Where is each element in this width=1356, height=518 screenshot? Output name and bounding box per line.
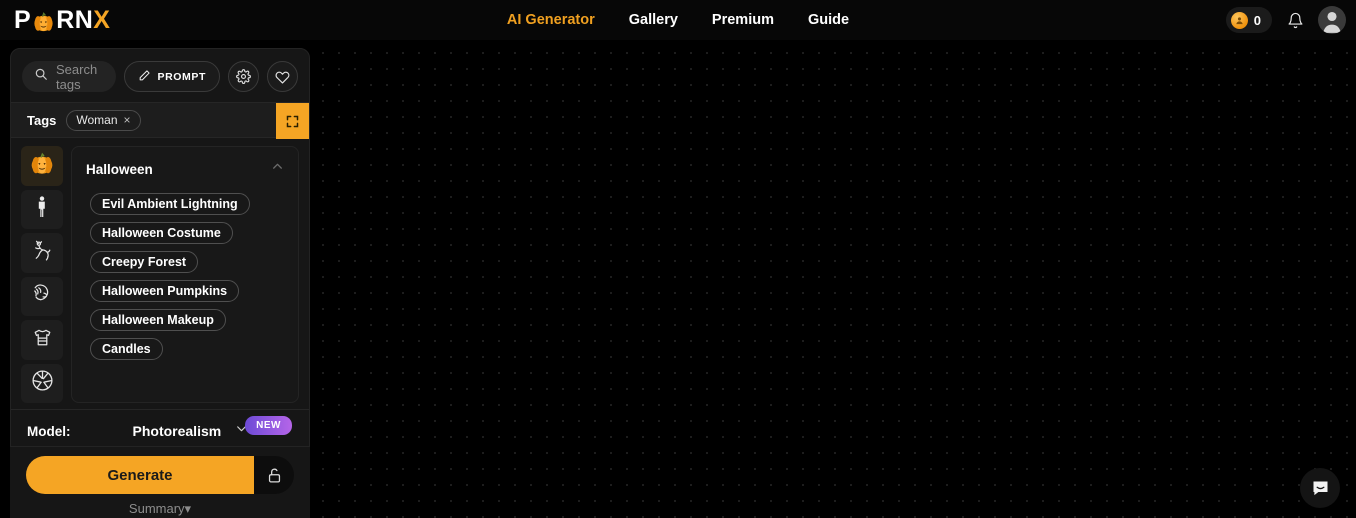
coin-icon — [1230, 11, 1248, 29]
nav-item-guide[interactable]: Guide — [808, 12, 849, 28]
pumpkin-icon — [29, 150, 55, 181]
tag-chip[interactable]: Creepy Forest — [90, 251, 199, 273]
gear-icon[interactable] — [228, 61, 259, 92]
tag-group-header[interactable]: Halloween — [72, 147, 298, 189]
nav-item-premium[interactable]: Premium — [712, 12, 774, 28]
search-placeholder: Search tags — [56, 61, 98, 92]
generate-action-bar: Generate Summary▾ — [10, 446, 310, 518]
summary-label: Summary — [128, 501, 185, 516]
tag-chip-list: Evil Ambient Lightning Halloween Costume… — [72, 189, 298, 370]
panel-body: Halloween Evil Ambient Lightning Hallowe… — [11, 138, 309, 403]
sidebar-item-face[interactable] — [21, 276, 63, 316]
close-icon[interactable]: × — [124, 113, 131, 127]
heart-icon[interactable] — [267, 61, 298, 92]
tag-chip[interactable]: Candles — [90, 338, 163, 360]
coin-count: 0 — [1253, 12, 1261, 28]
tag-chip[interactable]: Evil Ambient Lightning — [90, 193, 250, 215]
status-badge: NEW — [245, 416, 292, 435]
selected-tag-label: Woman — [76, 113, 118, 127]
tag-chip[interactable]: Halloween Costume — [90, 222, 233, 244]
nav-item-ai-generator[interactable]: AI Generator — [507, 12, 595, 28]
nav-item-gallery[interactable]: Gallery — [629, 12, 678, 28]
chevron-up-icon[interactable] — [271, 160, 284, 178]
sidebar-item-halloween[interactable] — [21, 146, 63, 186]
selected-tags-bar: Tags Woman × — [11, 102, 309, 139]
tag-chip[interactable]: Halloween Pumpkins — [90, 280, 240, 302]
tags-label: Tags — [27, 112, 57, 128]
caret-down-icon: ▾ — [184, 501, 192, 516]
category-rail — [21, 146, 63, 403]
generate-button[interactable]: Generate — [26, 456, 254, 494]
chat-bubble-icon[interactable] — [1300, 468, 1340, 508]
person-icon — [30, 195, 54, 224]
tag-group-halloween: Halloween Evil Ambient Lightning Hallowe… — [71, 146, 299, 403]
panel-toolbar: Search tags PROMPT — [11, 49, 309, 102]
search-input[interactable]: Search tags — [22, 61, 117, 92]
sidebar-item-camera[interactable] — [21, 363, 63, 403]
selected-tag-chip[interactable]: Woman × — [66, 109, 141, 131]
bell-icon[interactable] — [1281, 6, 1309, 34]
generate-row: Generate — [26, 456, 294, 494]
top-right-actions: 0 — [1225, 0, 1346, 40]
coin-balance[interactable]: 0 — [1225, 7, 1272, 33]
sidebar-item-body[interactable] — [21, 189, 63, 229]
tshirt-icon — [30, 325, 55, 355]
sidebar-item-pose[interactable] — [21, 233, 63, 273]
main-nav: AI Generator Gallery Premium Guide — [0, 0, 1356, 40]
sidebar-item-clothing[interactable] — [21, 320, 63, 360]
face-hair-icon — [30, 281, 55, 311]
pencil-icon — [138, 69, 151, 85]
user-avatar-icon[interactable] — [1318, 6, 1346, 34]
unlock-icon[interactable] — [254, 456, 294, 494]
search-icon — [34, 67, 48, 86]
tag-chip[interactable]: Halloween Makeup — [90, 309, 226, 331]
top-navigation-bar: P RN X AI Generator Gallery Premium Guid… — [0, 0, 1356, 40]
summary-toggle[interactable]: Summary▾ — [26, 501, 294, 517]
tag-group-title: Halloween — [86, 161, 153, 177]
aperture-icon — [30, 368, 55, 398]
generation-canvas[interactable] — [310, 40, 1356, 518]
prompt-button-label: PROMPT — [157, 70, 206, 83]
model-selector[interactable]: Model: Photorealism NEW — [11, 410, 309, 440]
model-label: Model: — [27, 423, 71, 439]
expand-icon[interactable] — [276, 103, 309, 139]
model-value: Photorealism — [132, 423, 222, 439]
prompt-button[interactable]: PROMPT — [124, 61, 220, 92]
pose-icon — [30, 238, 55, 268]
